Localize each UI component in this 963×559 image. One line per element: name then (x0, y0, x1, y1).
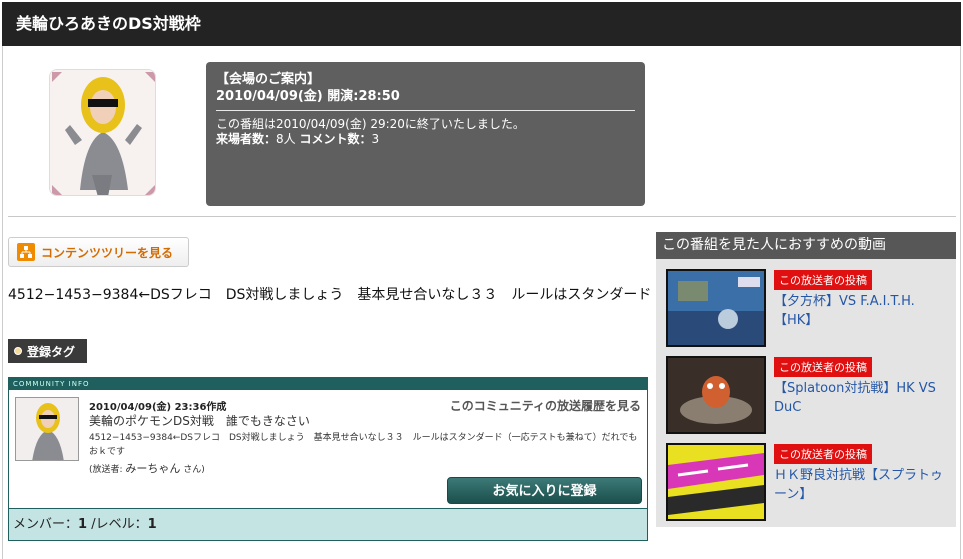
recommended-video-item[interactable]: この放送者の投稿 【Splatoon対抗戦】HK VS DuC (666, 356, 951, 434)
visitors-label: 来場者数： (216, 132, 277, 146)
level-label: /レベル： (91, 517, 148, 532)
video-thumbnail[interactable] (666, 356, 766, 434)
visitors-count: 8人 (276, 132, 296, 146)
poster-badge: この放送者の投稿 (774, 357, 872, 377)
add-favorite-button[interactable]: お気に入りに登録 (447, 477, 642, 504)
video-title[interactable]: 【夕方杯】VS F.A.I.T.H.【HK】 (774, 292, 944, 330)
broadcaster-name[interactable]: みーちゃん (125, 462, 180, 475)
recommended-videos-panel: この番組を見た人におすすめの動画 この放送者の投稿 【夕方杯】VS F.A.I.… (656, 232, 956, 527)
community-info-header: COMMUNITY INFO (9, 378, 647, 390)
video-thumbnail[interactable] (666, 443, 766, 521)
video-title[interactable]: 【Splatoon対抗戦】HK VS DuC (774, 379, 949, 417)
content-tree-label: コンテンツツリーを見る (41, 245, 174, 260)
program-description: 4512−1453−9384←DSフレコ DS対戦しましょう 基本見せ合いなし３… (8, 287, 652, 303)
member-label: メンバー： (13, 517, 79, 532)
video-title[interactable]: ＨＫ野良対抗戦【スプラトゥーン】 (774, 466, 944, 504)
poster-badge: この放送者の投稿 (774, 444, 872, 464)
community-description: 4512−1453−9384←DSフレコ DS対戦しましょう 基本見せ合いなし３… (89, 433, 638, 457)
level-value: 1 (147, 517, 157, 532)
broadcaster-prefix: (放送者: (89, 465, 123, 475)
broadcaster-suffix: さん) (183, 465, 205, 475)
recommended-heading: この番組を見た人におすすめの動画 (656, 232, 956, 259)
broadcaster-line: (放送者: みーちゃん さん) (89, 460, 205, 476)
page-title: 美輪ひろあきのDS対戦枠 (2, 2, 961, 46)
ended-notice: この番組は2010/04/09(金) 29:20に終了いたしました。 (216, 117, 525, 131)
content-tree-button[interactable]: コンテンツツリーを見る (8, 237, 189, 267)
broadcaster-avatar[interactable] (49, 69, 156, 196)
community-stats: メンバー：1 /レベル：1 (9, 508, 647, 540)
registered-tags-label: 登録タグ (27, 344, 76, 359)
community-created-date: 2010/04/09(金) 23:36作成 (89, 402, 227, 413)
registered-tags-button[interactable]: 登録タグ (8, 339, 87, 363)
broadcast-history-link[interactable]: このコミュニティの放送履歴を見る (450, 397, 641, 414)
poster-badge: この放送者の投稿 (774, 270, 872, 290)
info-divider (216, 110, 635, 111)
community-name[interactable]: 美輪のポケモンDS対戦 誰でもきなさい (89, 412, 310, 429)
tree-icon (17, 243, 35, 261)
comments-count: 3 (371, 132, 380, 146)
stats-line: 来場者数：8人 コメント数：3 (216, 132, 635, 147)
video-thumbnail[interactable] (666, 269, 766, 347)
community-thumbnail[interactable] (15, 397, 79, 461)
comments-label: コメント数： (299, 132, 372, 146)
section-divider (8, 216, 956, 217)
community-info-panel: COMMUNITY INFO 2010/04/09(金) 23:36作成 美輪の… (8, 377, 648, 541)
venue-heading: 【会場のご案内】 (216, 72, 321, 87)
open-time: 2010/04/09(金) 開演:28:50 (216, 89, 400, 104)
member-count: 1 (78, 517, 88, 532)
recommended-video-item[interactable]: この放送者の投稿 ＨＫ野良対抗戦【スプラトゥーン】 (666, 443, 951, 521)
recommended-video-item[interactable]: この放送者の投稿 【夕方杯】VS F.A.I.T.H.【HK】 (666, 269, 951, 347)
bullet-icon (14, 347, 22, 355)
venue-info-box: 【会場のご案内】 2010/04/09(金) 開演:28:50 この番組は201… (206, 62, 645, 206)
